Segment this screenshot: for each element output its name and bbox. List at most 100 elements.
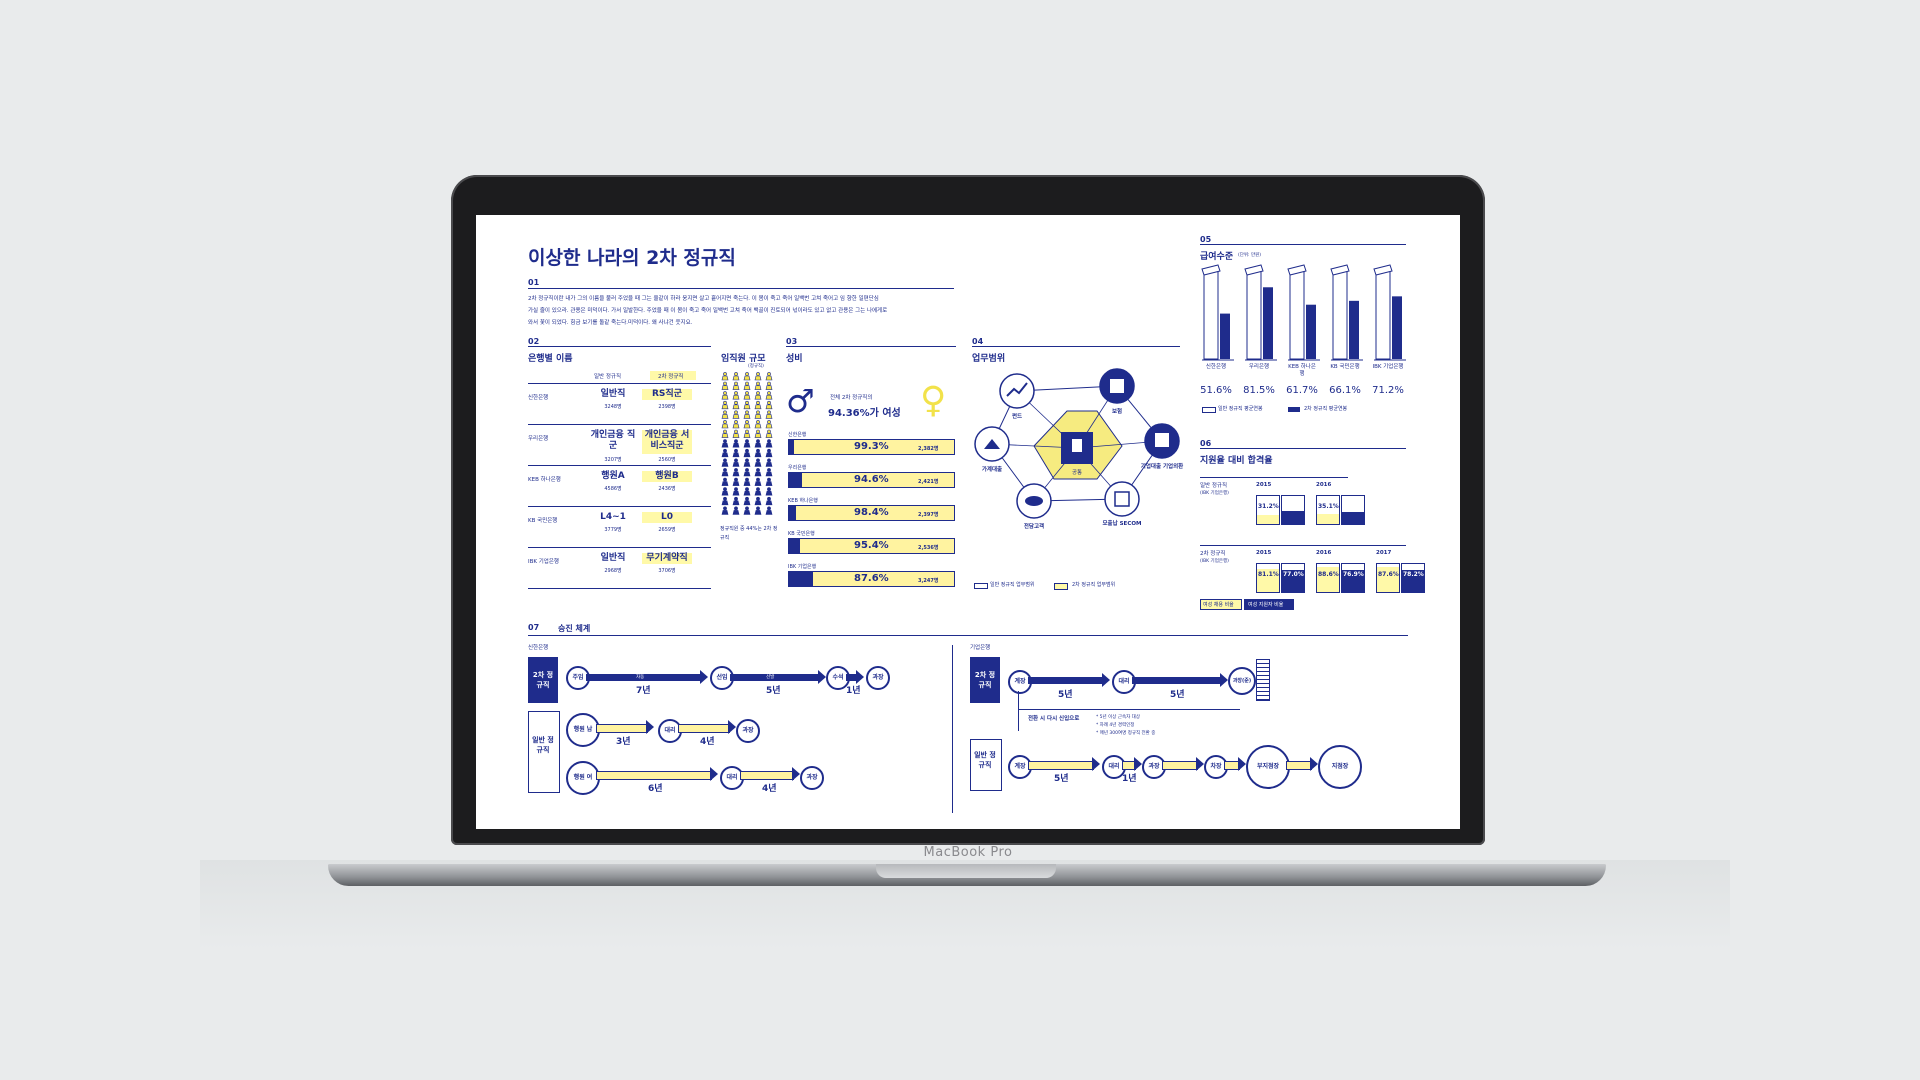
general-count: 2968명 (604, 568, 622, 574)
person-icon-head (723, 381, 727, 386)
scope-legend-second: 2차 정규직 업무범위 (1072, 582, 1116, 588)
salary-bank-label: 신한은행 (1205, 364, 1227, 370)
second-title: 행원B (655, 471, 679, 481)
person-icon-head (756, 468, 760, 472)
promo-step-label: 수석 (832, 674, 844, 681)
person-icon-body (732, 462, 740, 467)
section-06-title: 지원율 대비 합격율 (1200, 456, 1273, 466)
general-title: 일반직 (600, 389, 626, 399)
person-icon-body (721, 462, 729, 467)
person-icon-body (765, 433, 773, 438)
person-icon-head (723, 429, 727, 434)
pass-legend-b: 여성 지원자 비율 (1248, 602, 1284, 608)
sex-bar-male-fill (789, 440, 794, 454)
male-years-3: 3년 (616, 737, 631, 747)
sex-bar-pct: 99.3% (854, 441, 889, 452)
step-gwajang-female: 과장 (800, 766, 824, 790)
ibk-years-5b: 5년 (1170, 690, 1185, 700)
promo-arrow-head (1310, 757, 1318, 771)
person-icon-body (721, 385, 729, 390)
years-7: 7년 (636, 686, 651, 696)
person-icon-head (734, 487, 738, 492)
section-03-title: 성비 (786, 354, 803, 364)
promo-step-label: 차장 (1210, 763, 1222, 770)
female-symbol-icon: ♀ (920, 380, 947, 421)
person-icon-head (745, 400, 749, 405)
sex-bar-count: 2,536명 (918, 545, 939, 551)
salary-general-bar (1375, 270, 1391, 360)
salary-bank-label: KEB 하나은행 (1288, 364, 1316, 377)
sex-bar-bank: IBK 기업은행 (788, 564, 817, 570)
person-icon-head (767, 496, 771, 501)
promo-step-label: 대리 (1108, 763, 1120, 770)
person-icon-head (756, 420, 760, 424)
ibk-gen-bujijeomjang: 부지점장 (1246, 745, 1290, 789)
salary-pct: 61.7% (1286, 385, 1318, 396)
person-icon-head (767, 448, 771, 453)
person-icon-body (765, 481, 773, 486)
person-icon-body (721, 375, 729, 381)
second-count: 2560명 (658, 457, 676, 463)
second-title: 개인금융 서비스직군 (644, 430, 690, 451)
salary-general-bar (1332, 270, 1348, 360)
scope-center-label: 공통 (1072, 469, 1082, 476)
person-icon-head (723, 448, 727, 453)
salary-second-bar (1392, 296, 1402, 359)
promo-step-label: 과장 (806, 774, 818, 781)
person-icon-head (767, 420, 771, 424)
pass-card-b-value: 78.2% (1403, 571, 1424, 578)
person-icon-body (743, 500, 751, 506)
salary-unit: (단위: 만원) (1238, 253, 1262, 258)
bank-name: KEB 하나은행 (528, 477, 561, 483)
person-icon-body (743, 481, 751, 486)
female-years-6: 6년 (648, 784, 663, 794)
second-count: 3706명 (658, 568, 676, 574)
person-icon-body (743, 442, 751, 448)
sex-ratio-lead: 94.36%가 여성 (828, 408, 901, 419)
person-icon-body (732, 375, 740, 381)
person-icon-head (734, 429, 738, 434)
bank-row-divider (528, 588, 711, 589)
promo-step-label: 과장 (742, 727, 754, 734)
person-icon-body (743, 414, 751, 419)
salary-pct: 71.2% (1372, 385, 1404, 396)
person-icon-head (734, 458, 738, 463)
person-icon-head (756, 477, 760, 482)
person-icon-head (723, 372, 727, 376)
building-icon (1155, 433, 1169, 447)
person-icon-head (734, 410, 738, 415)
person-icon-body (765, 442, 773, 448)
person-icon-head (723, 410, 727, 415)
person-icon-head (756, 458, 760, 463)
section-05-number: 05 (1200, 235, 1212, 244)
person-icon-head (767, 506, 771, 511)
female-years-4: 4년 (762, 784, 777, 794)
section-06-number: 06 (1200, 439, 1212, 448)
promo-arrow-head (792, 767, 800, 781)
promo-step-label: 행원 여 (573, 774, 593, 781)
person-icon-head (745, 448, 749, 453)
scope-node-label: 모출납 SECOM (1103, 519, 1142, 527)
salary-bank-label: 우리은행 (1248, 364, 1270, 370)
promo-step-label: 과장 (1148, 763, 1160, 770)
person-icon-head (734, 448, 738, 453)
promo-step-label: 대리 (664, 727, 676, 734)
person-icon-head (734, 391, 738, 396)
pass-card-a-value: 88.6% (1318, 571, 1339, 578)
person-icon-body (732, 510, 740, 515)
person-icon-head (745, 458, 749, 463)
person-icon-head (723, 439, 727, 444)
sex-bar-pct: 94.6% (854, 474, 889, 485)
col-general-header: 일반 정규직 (594, 374, 622, 380)
person-icon-head (767, 400, 771, 405)
general-title: 개인금융 직군 (590, 430, 636, 451)
intro-line-2: 가실 줄이 있으라. 관용은 미덕이다. 가서 일발한다. 주었을 때 이 몸이… (528, 308, 888, 314)
person-icon-body (721, 394, 729, 400)
person-icon-body (721, 433, 729, 438)
ibk-second-label: 2차 정규직 (974, 671, 996, 689)
staff-icon-grid (721, 372, 773, 515)
pass-card-b-value: 76.9% (1343, 571, 1364, 578)
section-02-number: 02 (528, 337, 540, 346)
ibk-gen-arrow-2 (1162, 761, 1198, 770)
person-icon-head (767, 391, 771, 396)
